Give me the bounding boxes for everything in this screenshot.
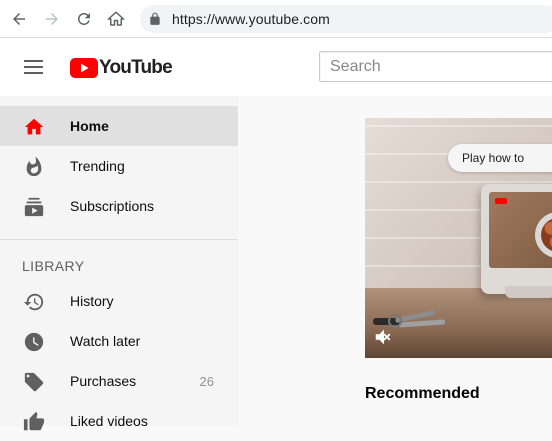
masthead: YouTube xyxy=(0,38,552,96)
banner-caption: Play how to xyxy=(462,151,525,165)
flame-icon xyxy=(23,156,45,178)
lock-icon xyxy=(150,12,160,25)
sidebar-item-history[interactable]: History xyxy=(0,281,238,321)
sidebar-item-label: History xyxy=(70,293,114,309)
menu-icon xyxy=(24,60,43,62)
history-icon xyxy=(23,291,45,313)
menu-button[interactable] xyxy=(22,56,46,80)
reload-button[interactable] xyxy=(73,8,95,30)
logo-text: YouTube xyxy=(99,57,173,78)
youtube-play-icon xyxy=(70,58,98,78)
home-button[interactable] xyxy=(105,8,127,30)
sidebar-item-label: Subscriptions xyxy=(70,198,155,214)
search-input[interactable] xyxy=(320,52,552,81)
smart-display-image xyxy=(481,184,552,294)
sidebar-item-label: Home xyxy=(70,118,109,134)
library-section-title: LIBRARY xyxy=(22,258,85,274)
sidebar-item-label: Watch later xyxy=(70,333,141,349)
subscriptions-icon xyxy=(23,196,45,218)
forward-button[interactable] xyxy=(41,8,63,30)
assistant-bubble: Play how to xyxy=(448,144,552,172)
youtube-logo[interactable]: YouTube xyxy=(70,56,173,80)
sidebar-item-liked-videos[interactable]: Liked videos xyxy=(0,401,238,441)
thumbs-up-icon xyxy=(23,411,45,433)
back-button[interactable] xyxy=(8,8,30,30)
home-icon xyxy=(107,11,125,26)
clock-icon xyxy=(23,331,45,353)
tag-icon xyxy=(23,371,45,393)
section-heading-recommended: Recommended xyxy=(365,385,480,402)
mute-icon[interactable] xyxy=(373,326,395,348)
sidebar-item-purchases[interactable]: Purchases 26 xyxy=(0,361,238,401)
sidebar-item-label: Purchases xyxy=(70,373,137,389)
forward-icon xyxy=(46,13,58,25)
sidebar: Home Trending Subscriptions LIBRARY Hist… xyxy=(0,96,238,431)
browser-toolbar: https://www.youtube.com xyxy=(0,0,552,38)
sidebar-item-trending[interactable]: Trending xyxy=(0,146,238,186)
url-text[interactable]: https://www.youtube.com xyxy=(172,11,330,27)
sidebar-item-subscriptions[interactable]: Subscriptions xyxy=(0,186,238,226)
purchases-count: 26 xyxy=(199,374,214,389)
youtube-mini-logo-icon xyxy=(495,198,507,204)
sidebar-item-watch-later[interactable]: Watch later xyxy=(0,321,238,361)
sidebar-item-label: Liked videos xyxy=(70,413,148,429)
back-icon xyxy=(13,13,25,25)
promo-video-banner[interactable]: Play how to xyxy=(365,118,552,358)
sidebar-item-label: Trending xyxy=(70,158,125,174)
sidebar-divider xyxy=(0,239,238,240)
search-box[interactable] xyxy=(319,51,552,82)
sidebar-item-home[interactable]: Home xyxy=(0,106,238,146)
reload-icon xyxy=(77,12,90,25)
home-icon xyxy=(23,116,45,138)
address-bar[interactable]: https://www.youtube.com xyxy=(140,5,552,33)
